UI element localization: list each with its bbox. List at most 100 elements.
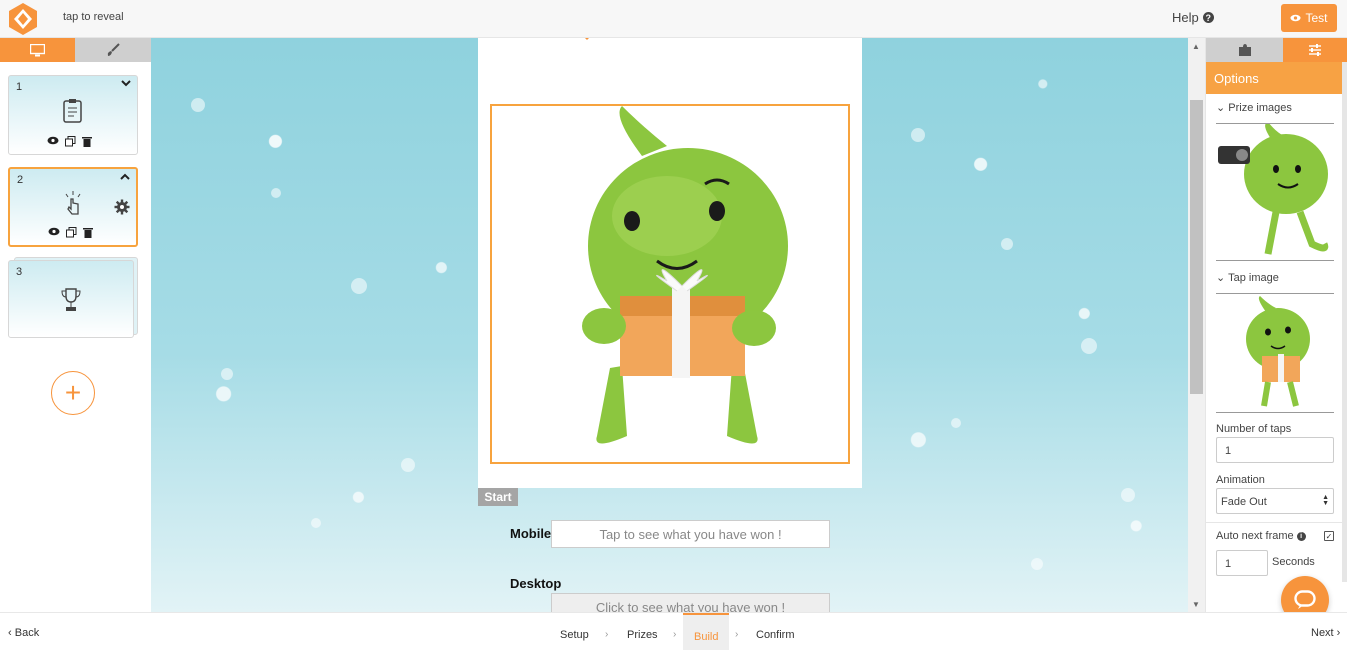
select-arrows-icon: ▲ ▼ (1322, 494, 1329, 507)
options-panel: Options ⌄ Prize images ⌄ Tap image Numbe… (1205, 38, 1347, 612)
puzzle-icon (1238, 44, 1251, 56)
bokeh-dot (1121, 488, 1135, 502)
seconds-label: Seconds (1272, 556, 1315, 568)
step-confirm[interactable]: Confirm (756, 629, 795, 641)
tab-elements[interactable] (1206, 38, 1284, 62)
clipboard-icon (63, 99, 82, 123)
tap-image-section[interactable]: ⌄ Tap image (1216, 271, 1279, 284)
tab-design[interactable] (75, 38, 151, 62)
scroll-down-icon[interactable]: ▼ (1192, 600, 1200, 609)
tap-image-thumb[interactable] (1216, 293, 1334, 413)
mobile-text-field[interactable]: Tap to see what you have won ! (551, 520, 830, 548)
seconds-input[interactable]: 1 (1216, 550, 1268, 576)
options-title: Options (1206, 62, 1347, 94)
frame-number: 1 (16, 81, 23, 93)
divider (1206, 522, 1347, 523)
gear-icon[interactable] (114, 199, 130, 215)
question-circle-icon: ? (1202, 12, 1214, 23)
brush-icon (107, 43, 120, 56)
chevron-up-icon[interactable] (120, 173, 130, 180)
app-logo-icon[interactable] (6, 2, 40, 36)
tap-image-label: Tap image (1228, 272, 1279, 284)
mascot-gift-thumb-image (1246, 296, 1310, 407)
step-build[interactable]: Build (683, 613, 730, 650)
number-of-taps-label: Number of taps (1216, 423, 1292, 435)
options-scrollbar[interactable] (1342, 62, 1347, 582)
step-separator: › (605, 629, 609, 640)
frame-preview (478, 38, 862, 488)
frame-actions (47, 136, 92, 147)
scroll-up-icon[interactable]: ▲ (1192, 42, 1200, 51)
frames-panel: 1 2 3 + (0, 38, 151, 612)
brand-logo-icon (585, 38, 589, 40)
start-tag: Start (478, 488, 518, 506)
auto-next-checkbox[interactable]: ✓ (1324, 531, 1334, 541)
bokeh-dot (351, 278, 367, 294)
help-link[interactable]: Help ? (1172, 10, 1214, 25)
tab-desktop[interactable] (0, 38, 75, 62)
bokeh-dot (311, 518, 321, 528)
trash-icon[interactable] (82, 136, 92, 147)
eye-icon[interactable] (48, 227, 60, 236)
green-mascot-gift-image (582, 106, 788, 444)
auto-next-row: Auto next frame i (1216, 530, 1306, 542)
help-label: Help (1172, 10, 1199, 25)
copy-icon[interactable] (65, 136, 76, 147)
desktop-text-field[interactable]: Click to see what you have won ! (551, 593, 830, 612)
mobile-label: Mobile (510, 526, 552, 541)
step-separator: › (735, 629, 739, 640)
back-button[interactable]: ‹ Back (8, 627, 39, 639)
eye-icon (1290, 14, 1302, 22)
bokeh-dot (1081, 338, 1097, 354)
right-tabs (1206, 38, 1347, 62)
animation-value: Fade Out (1221, 496, 1267, 508)
bokeh-dot (1031, 558, 1043, 570)
prize-image-thumb[interactable] (1216, 122, 1334, 261)
prize-images-section[interactable]: ⌄ Prize images (1216, 101, 1292, 114)
step-setup[interactable]: Setup (560, 629, 589, 641)
frame-card-3[interactable]: 3 (8, 260, 134, 338)
frame-number: 2 (17, 174, 24, 186)
next-label: Next (1311, 627, 1334, 639)
app-title: tap to reveal (63, 11, 124, 23)
bokeh-dot (221, 368, 233, 380)
chevron-down-icon[interactable] (121, 80, 131, 87)
prize-images-label: Prize images (1228, 102, 1292, 114)
bokeh-dot (911, 128, 925, 142)
sliders-icon (1309, 44, 1322, 56)
back-label: Back (14, 627, 40, 639)
chat-bubble-icon (1294, 590, 1316, 609)
step-prizes[interactable]: Prizes (627, 629, 658, 641)
test-button[interactable]: Test (1281, 4, 1337, 32)
step-separator: › (673, 629, 677, 640)
desktop-label: Desktop (510, 576, 562, 591)
bokeh-dot (271, 188, 281, 198)
eye-icon[interactable] (47, 136, 59, 145)
trophy-icon (61, 288, 81, 311)
left-tabs (0, 38, 151, 62)
frame-card-1[interactable]: 1 (8, 75, 138, 155)
bokeh-dot (401, 458, 415, 472)
canvas-scrollbar[interactable]: ▲ ▼ (1188, 38, 1205, 612)
tap-image-preview[interactable] (490, 104, 850, 464)
animation-select[interactable]: Fade Out ▲ ▼ (1216, 488, 1334, 514)
bokeh-dot (1001, 238, 1013, 250)
copy-icon[interactable] (66, 227, 77, 238)
add-frame-button[interactable]: + (51, 371, 95, 415)
next-button[interactable]: Next › (1311, 627, 1340, 639)
tab-options[interactable] (1283, 38, 1347, 62)
scroll-thumb[interactable] (1190, 100, 1203, 394)
tap-icon (65, 191, 81, 215)
test-label: Test (1305, 11, 1328, 25)
frame-number: 3 (16, 266, 23, 278)
number-of-taps-input[interactable]: 1 (1216, 437, 1334, 463)
bottom-nav: ‹ Back Setup › Prizes › Build › Confirm … (0, 612, 1347, 650)
trash-icon[interactable] (83, 227, 93, 238)
auto-next-label: Auto next frame (1216, 530, 1294, 542)
frame-card-2[interactable]: 2 (8, 167, 138, 247)
bokeh-dot (191, 98, 205, 112)
top-bar: tap to reveal Help ? Test (0, 0, 1347, 38)
animation-label: Animation (1216, 474, 1265, 486)
frame-actions (48, 227, 93, 238)
info-icon[interactable]: i (1296, 531, 1306, 541)
